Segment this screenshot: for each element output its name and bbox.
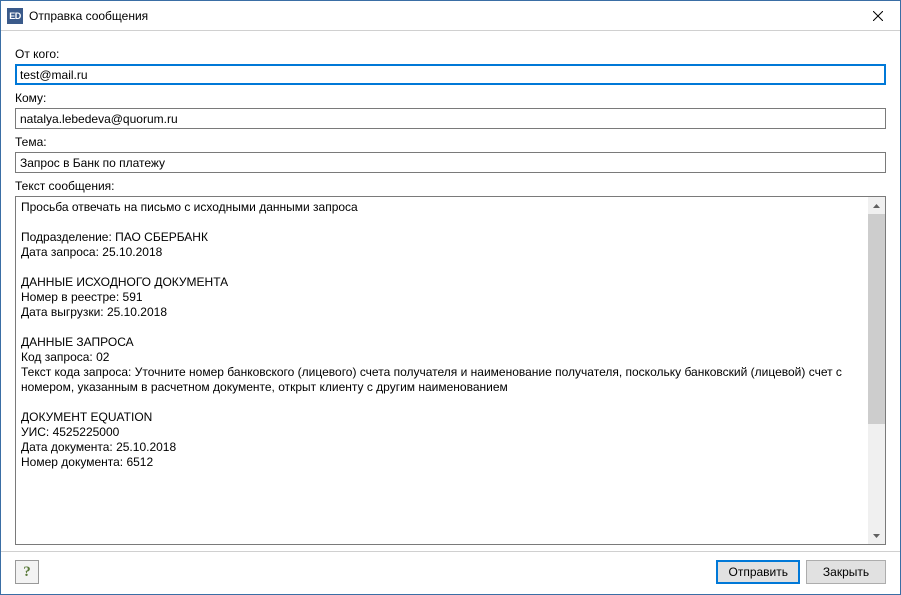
from-input[interactable] bbox=[15, 64, 886, 85]
body-textarea[interactable]: Просьба отвечать на письмо с исходными д… bbox=[16, 197, 868, 544]
from-label: От кого: bbox=[15, 47, 886, 61]
body-textarea-wrap: Просьба отвечать на письмо с исходными д… bbox=[15, 196, 886, 545]
close-icon[interactable] bbox=[855, 1, 900, 30]
close-button[interactable]: Закрыть bbox=[806, 560, 886, 584]
scroll-down-button[interactable] bbox=[868, 527, 885, 544]
scroll-track[interactable] bbox=[868, 214, 885, 527]
subject-label: Тема: bbox=[15, 135, 886, 149]
titlebar: ED Отправка сообщения bbox=[1, 1, 900, 31]
submit-button[interactable]: Отправить bbox=[716, 560, 800, 584]
app-icon: ED bbox=[7, 8, 23, 24]
scroll-thumb[interactable] bbox=[868, 214, 885, 424]
footer: ? Отправить Закрыть bbox=[1, 551, 900, 594]
window-title: Отправка сообщения bbox=[29, 9, 855, 23]
scrollbar bbox=[868, 197, 885, 544]
body-label: Текст сообщения: bbox=[15, 179, 886, 193]
subject-input[interactable] bbox=[15, 152, 886, 173]
help-button[interactable]: ? bbox=[15, 560, 39, 584]
to-label: Кому: bbox=[15, 91, 886, 105]
form-content: От кого: Кому: Тема: Текст сообщения: Пр… bbox=[1, 31, 900, 551]
scroll-up-button[interactable] bbox=[868, 197, 885, 214]
to-input[interactable] bbox=[15, 108, 886, 129]
